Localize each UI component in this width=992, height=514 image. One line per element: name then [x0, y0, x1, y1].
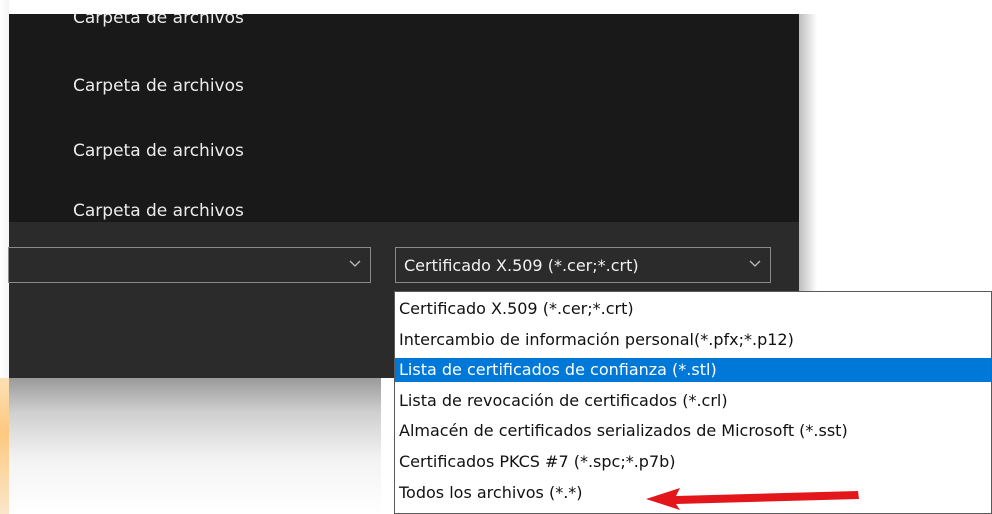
chevron-down-icon[interactable]: [749, 260, 761, 268]
file-type-option[interactable]: Certificado X.509 (*.cer;*.crt): [395, 297, 991, 321]
file-list-item-type[interactable]: Carpeta de archivos: [73, 76, 244, 96]
filename-combobox[interactable]: [8, 247, 371, 283]
file-list[interactable]: Carpeta de archivos Carpeta de archivos …: [9, 14, 799, 222]
file-type-option[interactable]: Intercambio de información personal(*.pf…: [395, 328, 991, 352]
file-type-combobox[interactable]: Certificado X.509 (*.cer;*.crt): [395, 247, 771, 283]
dialog-shadow: [9, 378, 381, 514]
file-type-dropdown-list[interactable]: Certificado X.509 (*.cer;*.crt) Intercam…: [394, 291, 992, 514]
file-list-item-type[interactable]: Carpeta de archivos: [73, 14, 244, 28]
file-type-option-highlighted[interactable]: Lista de certificados de confianza (*.st…: [395, 358, 991, 382]
file-list-item-type[interactable]: Carpeta de archivos: [73, 141, 244, 161]
file-type-selected-value: Certificado X.509 (*.cer;*.crt): [404, 256, 639, 275]
chevron-down-icon[interactable]: [349, 260, 361, 268]
red-arrow-annotation: [646, 488, 859, 510]
file-type-option[interactable]: Lista de revocación de certificados (*.c…: [395, 389, 991, 413]
background-accent: [0, 378, 9, 514]
file-list-item-type[interactable]: Carpeta de archivos: [73, 201, 244, 221]
file-type-option[interactable]: Certificados PKCS #7 (*.spc;*.p7b): [395, 450, 991, 474]
file-type-option[interactable]: Almacén de certificados serializados de …: [395, 419, 991, 443]
